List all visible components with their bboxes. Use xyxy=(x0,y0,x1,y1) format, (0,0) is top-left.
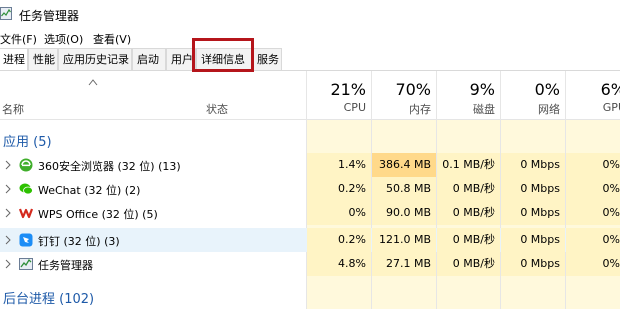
memory-header[interactable]: 内存 xyxy=(372,101,431,117)
process-name: WPS Office (32 位) (5) xyxy=(38,208,158,221)
gpu-header[interactable]: GPU xyxy=(566,101,620,114)
gpu-value: 0% xyxy=(566,201,620,225)
menu-view[interactable]: 查看(V) xyxy=(93,31,131,47)
details-tab-highlight xyxy=(192,38,254,72)
disk-percent[interactable]: 9% xyxy=(437,80,495,99)
tab-processes[interactable]: 进程 xyxy=(0,48,28,70)
network-value: 0 Mbps xyxy=(501,252,565,276)
tab-startup[interactable]: 启动 xyxy=(132,48,166,70)
gpu-value: 0% xyxy=(566,228,620,252)
gpu-percent[interactable]: 6% xyxy=(566,80,620,99)
disk-value: 0 MB/秒 xyxy=(437,228,500,252)
browser-360-icon xyxy=(19,158,33,172)
chevron-right-icon[interactable] xyxy=(4,160,12,170)
network-value: 0 Mbps xyxy=(501,228,565,252)
table-row[interactable]: 任务管理器 4.8% 27.1 MB 0 MB/秒 0 Mbps 0% xyxy=(0,252,620,276)
tab-performance[interactable]: 性能 xyxy=(28,48,58,70)
process-name: 钉钉 (32 位) (3) xyxy=(38,235,120,248)
chevron-right-icon[interactable] xyxy=(4,184,12,194)
cpu-percent[interactable]: 21% xyxy=(307,80,366,99)
gpu-value: 0% xyxy=(566,153,620,177)
gpu-value: 0% xyxy=(566,252,620,276)
memory-value: 90.0 MB xyxy=(372,201,436,225)
process-name: 任务管理器 xyxy=(38,259,93,272)
table-row[interactable]: 360安全浏览器 (32 位) (13) 1.4% 386.4 MB 0.1 M… xyxy=(0,153,620,177)
cpu-value: 1.4% xyxy=(307,153,371,177)
memory-value: 50.8 MB xyxy=(372,177,436,201)
network-percent[interactable]: 0% xyxy=(501,80,560,99)
disk-value: 0 MB/秒 xyxy=(437,177,500,201)
memory-percent[interactable]: 70% xyxy=(372,80,431,99)
process-name: 360安全浏览器 (32 位) (13) xyxy=(38,160,181,173)
disk-value: 0.1 MB/秒 xyxy=(437,153,500,177)
cpu-header[interactable]: CPU xyxy=(307,101,366,114)
group-apps[interactable]: 应用 (5) xyxy=(3,131,52,150)
header-status[interactable]: 状态 xyxy=(206,101,228,117)
table-row[interactable]: WPS Office (32 位) (5) 0% 90.0 MB 0 MB/秒 … xyxy=(0,201,620,225)
cpu-value: 0% xyxy=(307,201,371,225)
cpu-value: 4.8% xyxy=(307,252,371,276)
wps-icon xyxy=(19,208,33,219)
memory-value: 121.0 MB xyxy=(372,228,436,252)
tab-app-history[interactable]: 应用历史记录 xyxy=(58,48,132,70)
title-bar xyxy=(0,0,620,28)
memory-value: 27.1 MB xyxy=(372,252,436,276)
menu-file[interactable]: 文件(F) xyxy=(0,31,37,47)
network-value: 0 Mbps xyxy=(501,177,565,201)
disk-value: 0 MB/秒 xyxy=(437,252,500,276)
table-row-selected[interactable]: 钉钉 (32 位) (3) 0.2% 121.0 MB 0 MB/秒 0 Mbp… xyxy=(0,228,620,252)
wechat-icon xyxy=(19,183,33,195)
gpu-value: 0% xyxy=(566,177,620,201)
network-value: 0 Mbps xyxy=(501,201,565,225)
network-header[interactable]: 网络 xyxy=(501,101,560,117)
chevron-right-icon[interactable] xyxy=(4,235,12,245)
sort-ascending-icon[interactable] xyxy=(88,78,98,86)
cpu-value: 0.2% xyxy=(307,228,371,252)
disk-value: 0 MB/秒 xyxy=(437,201,500,225)
group-background-processes[interactable]: 后台进程 (102) xyxy=(3,288,94,307)
dingtalk-icon xyxy=(19,233,33,247)
header-name[interactable]: 名称 xyxy=(2,101,24,117)
chevron-right-icon[interactable] xyxy=(4,259,12,269)
cpu-value: 0.2% xyxy=(307,177,371,201)
disk-header[interactable]: 磁盘 xyxy=(437,101,495,117)
memory-value: 386.4 MB xyxy=(372,153,436,177)
task-manager-icon xyxy=(19,258,33,270)
task-manager-app-icon xyxy=(0,7,12,20)
chevron-right-icon[interactable] xyxy=(4,208,12,218)
table-row[interactable]: WeChat (32 位) (2) 0.2% 50.8 MB 0 MB/秒 0 … xyxy=(0,177,620,201)
tab-services[interactable]: 服务 xyxy=(252,48,282,70)
process-name: WeChat (32 位) (2) xyxy=(38,184,141,197)
menu-options[interactable]: 选项(O) xyxy=(44,31,83,47)
window-title: 任务管理器 xyxy=(19,9,80,23)
network-value: 0 Mbps xyxy=(501,153,565,177)
